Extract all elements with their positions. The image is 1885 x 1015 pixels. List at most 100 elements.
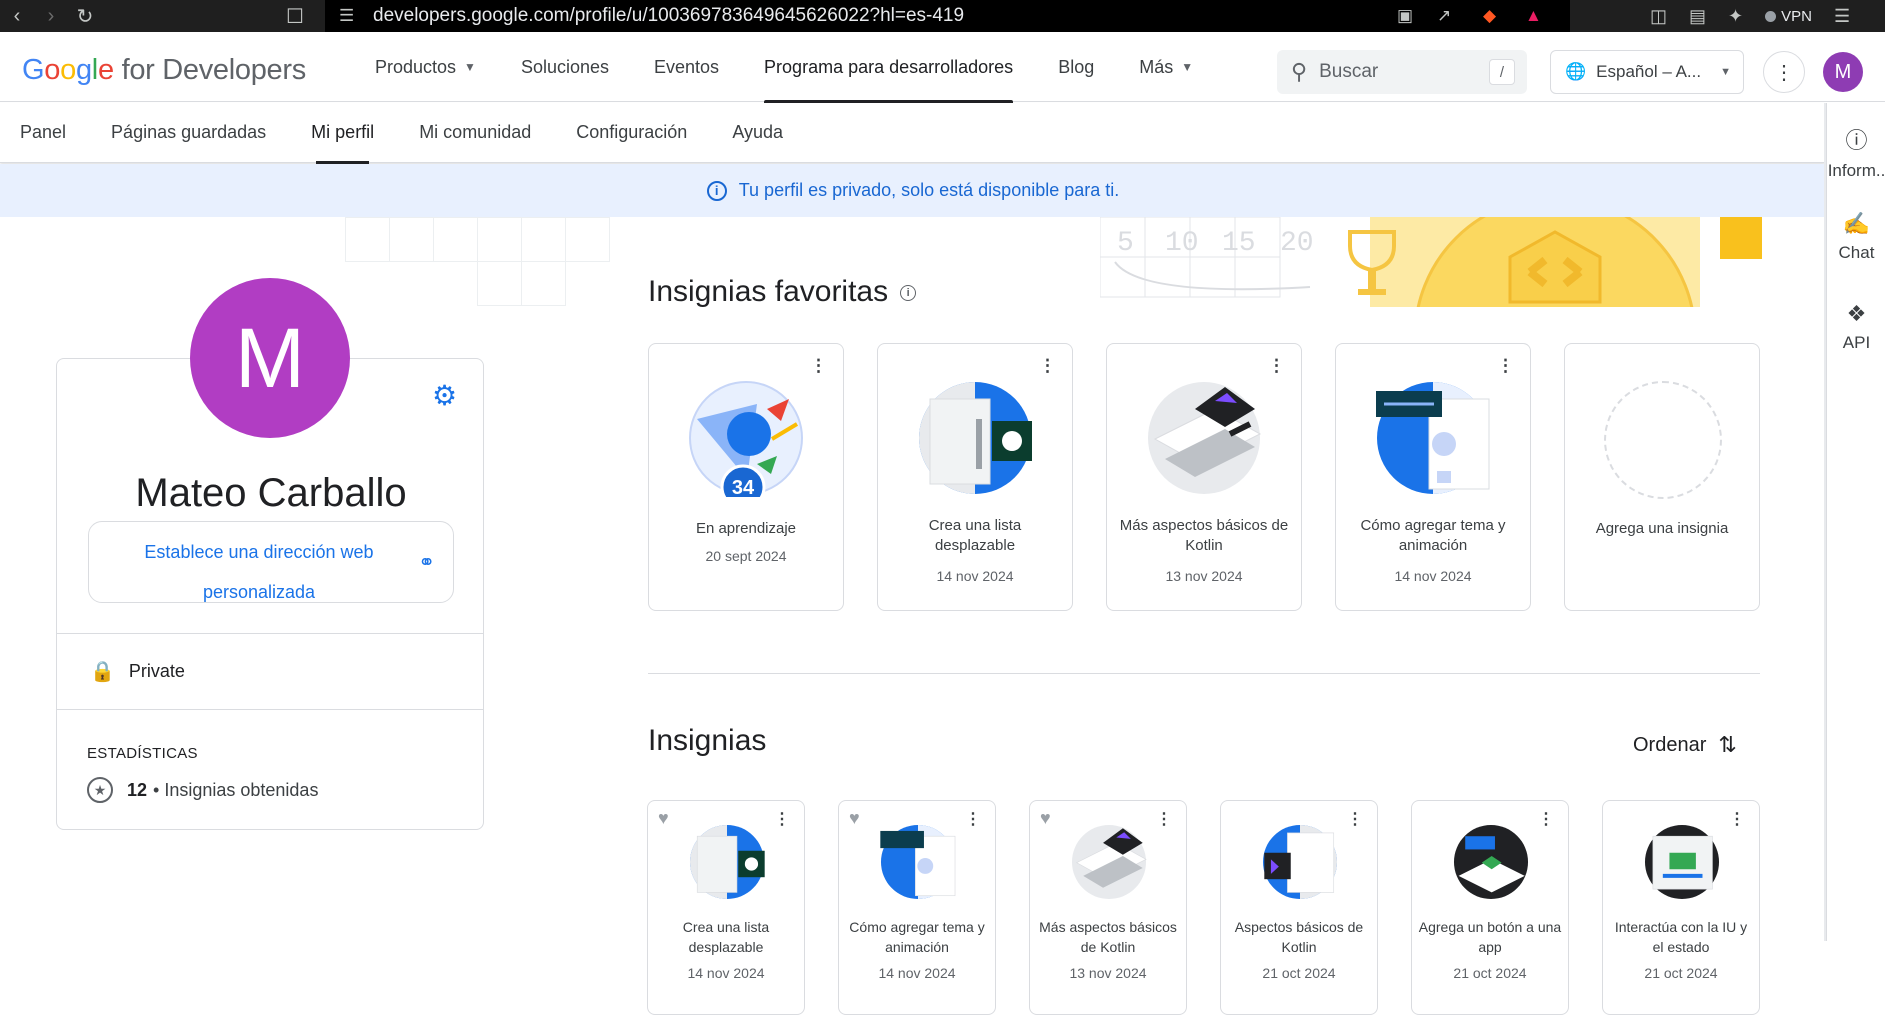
sort-button[interactable]: Ordenar ⇅ (1633, 732, 1737, 758)
heart-icon[interactable]: ♥ (1040, 808, 1051, 829)
badge-title: Más aspectos básicos de Kotlin (1039, 919, 1177, 955)
nav-label: Más (1139, 56, 1174, 77)
bookmark-icon[interactable]: ☐ (278, 0, 312, 32)
favorite-badge-card[interactable]: ⋮ 34 En aprendizaje 20 sept 2024 (648, 343, 844, 611)
heart-icon[interactable]: ♥ (849, 808, 860, 829)
profile-avatar: M (190, 278, 350, 438)
kebab-menu-icon[interactable]: ⋮ (1347, 809, 1363, 829)
badge-title: Agrega un botón a una app (1418, 919, 1562, 955)
badge-card[interactable]: ♥ ⋮ Crea una lista desplazable 14 nov 20… (647, 800, 805, 1015)
nav-productos[interactable]: Productos ▼ (375, 32, 476, 102)
nav-programa[interactable]: Programa para desarrolladores (764, 32, 1014, 103)
favorites-title: Insignias favoritas (648, 275, 889, 308)
badge-date: 14 nov 2024 (1394, 568, 1472, 584)
favorite-badge-card[interactable]: ⋮ Más aspectos básicos de Kotlin 13 nov … (1106, 343, 1302, 611)
empty-badge-slot (1604, 381, 1722, 499)
caret-down-icon: ▼ (1720, 66, 1731, 78)
favorite-badge-card[interactable]: ⋮ Cómo agregar tema y animación 14 nov 2… (1335, 343, 1531, 611)
back-icon[interactable]: ‹ (0, 0, 34, 32)
logo-suffix: for Developers (121, 54, 307, 86)
badge-card[interactable]: ♥ ⋮ Cómo agregar tema y animación 14 nov… (838, 800, 996, 1015)
tab-ayuda[interactable]: Ayuda (732, 103, 783, 163)
vpn-button[interactable]: VPN (1765, 8, 1812, 25)
badge-card[interactable]: ⋮ Aspectos básicos de Kotlin 21 oct 2024 (1220, 800, 1378, 1015)
browser-toolbar: ‹ › ↻ ☐ ☰ developers.google.com/profile/… (0, 0, 1885, 32)
divider (57, 633, 483, 634)
profile-name: Mateo Carballo (135, 471, 407, 515)
tab-mi-perfil[interactable]: Mi perfil (311, 103, 374, 164)
badge-title: Interactúa con la IU y el estado (1614, 919, 1748, 955)
search-icon: ⚲ (1291, 59, 1308, 84)
search-shortcut-hint: / (1489, 59, 1515, 85)
hero-illustration: 5 10 15 20 (1100, 217, 1762, 307)
account-avatar[interactable]: M (1823, 52, 1863, 92)
nav-mas[interactable]: Más ▼ (1139, 32, 1193, 102)
kebab-menu-icon[interactable]: ⋮ (774, 809, 790, 829)
kebab-menu-icon[interactable]: ⋮ (1156, 809, 1172, 829)
favorite-badge-card[interactable]: ⋮ Crea una lista desplazable 14 nov 2024 (877, 343, 1073, 611)
badge-card[interactable]: ⋮ Interactúa con la IU y el estado 21 oc… (1602, 800, 1760, 1015)
caret-down-icon: ▼ (464, 60, 476, 74)
badge-card[interactable]: ⋮ Agrega un botón a una app 21 oct 2024 (1411, 800, 1569, 1015)
rail-api[interactable]: ❖ API (1827, 301, 1885, 353)
add-favorite-badge-card[interactable]: Agrega una insignia (1564, 343, 1760, 611)
theme-animation-badge-icon (880, 824, 956, 900)
menu-icon[interactable]: ☰ (1834, 6, 1850, 27)
kebab-menu-icon[interactable]: ⋮ (1729, 809, 1745, 829)
wallet-icon[interactable]: ▤ (1689, 6, 1706, 27)
privacy-status: 🔒 Private (90, 659, 185, 684)
tab-paginas-guardadas[interactable]: Páginas guardadas (111, 103, 266, 163)
cast-icon[interactable]: ▣ (1397, 6, 1413, 26)
badge-date: 21 oct 2024 (1262, 965, 1336, 981)
kebab-menu-icon[interactable]: ⋮ (965, 809, 981, 829)
brave-rewards-icon[interactable]: ▲ (1525, 6, 1542, 26)
forward-icon[interactable]: › (34, 0, 68, 32)
kebab-menu-icon[interactable]: ⋮ (1538, 809, 1554, 829)
reload-icon[interactable]: ↻ (68, 0, 102, 32)
scrollable-list-badge-icon (689, 824, 765, 900)
nav-blog[interactable]: Blog (1058, 32, 1094, 102)
kebab-menu-icon[interactable]: ⋮ (1268, 356, 1285, 376)
rail-chat[interactable]: ✍ Chat (1827, 211, 1885, 263)
tab-mi-comunidad[interactable]: Mi comunidad (419, 103, 531, 163)
badge-date: 20 sept 2024 (705, 548, 787, 564)
google-for-developers-logo[interactable]: Google for Developers (22, 54, 306, 87)
search-input[interactable]: ⚲ Buscar / (1277, 50, 1527, 94)
kebab-menu-icon[interactable]: ⋮ (810, 356, 827, 376)
badge-title: Cómo agregar tema y animación (849, 919, 985, 955)
badge-card[interactable]: ♥ ⋮ Más aspectos básicos de Kotlin 13 no… (1029, 800, 1187, 1015)
favorites-heading: Insignias favoritas i (648, 275, 917, 309)
address-bar[interactable]: ☰ developers.google.com/profile/u/100369… (325, 0, 1570, 32)
add-button-badge-icon (1453, 824, 1529, 900)
share-icon[interactable]: ↗ (1437, 6, 1451, 26)
kebab-menu-icon[interactable]: ⋮ (1039, 356, 1056, 376)
brave-shield-icon[interactable]: ◆ (1483, 6, 1496, 26)
globe-icon: 🌐 (1565, 62, 1587, 81)
heart-icon[interactable]: ♥ (658, 808, 669, 829)
nav-eventos[interactable]: Eventos (654, 32, 719, 102)
kebab-menu-icon[interactable]: ⋮ (1497, 356, 1514, 376)
logo-letter: g (75, 54, 92, 86)
nav-soluciones[interactable]: Soluciones (521, 32, 609, 102)
gear-icon[interactable]: ⚙ (432, 379, 457, 412)
tab-panel[interactable]: Panel (20, 103, 66, 163)
badge-date: 14 nov 2024 (687, 965, 765, 981)
banner-text: Tu perfil es privado, solo está disponib… (738, 180, 1120, 200)
sidebar-toggle-icon[interactable]: ◫ (1650, 6, 1667, 27)
scrollbar[interactable] (1824, 103, 1826, 941)
custom-url-button[interactable]: Establece una dirección web personalizad… (88, 521, 454, 603)
ui-state-badge-icon (1644, 824, 1720, 900)
leo-icon[interactable]: ✦ (1728, 6, 1743, 27)
badge-title: Más aspectos básicos de Kotlin (1119, 517, 1289, 554)
language-select[interactable]: 🌐 Español – A... ▼ (1550, 50, 1744, 94)
chat-icon: ✍ (1842, 211, 1871, 236)
more-options-button[interactable]: ⋮ (1763, 51, 1805, 93)
badge-title: Crea una lista desplazable (682, 919, 770, 955)
tab-configuracion[interactable]: Configuración (576, 103, 687, 163)
api-icon: ❖ (1846, 301, 1867, 326)
rail-info[interactable]: ⓘ Inform.. (1827, 123, 1885, 181)
privacy-banner: i Tu perfil es privado, solo está dispon… (0, 164, 1826, 217)
site-settings-icon[interactable]: ☰ (339, 6, 354, 26)
info-icon[interactable]: i (900, 285, 917, 302)
section-divider (648, 673, 1760, 674)
